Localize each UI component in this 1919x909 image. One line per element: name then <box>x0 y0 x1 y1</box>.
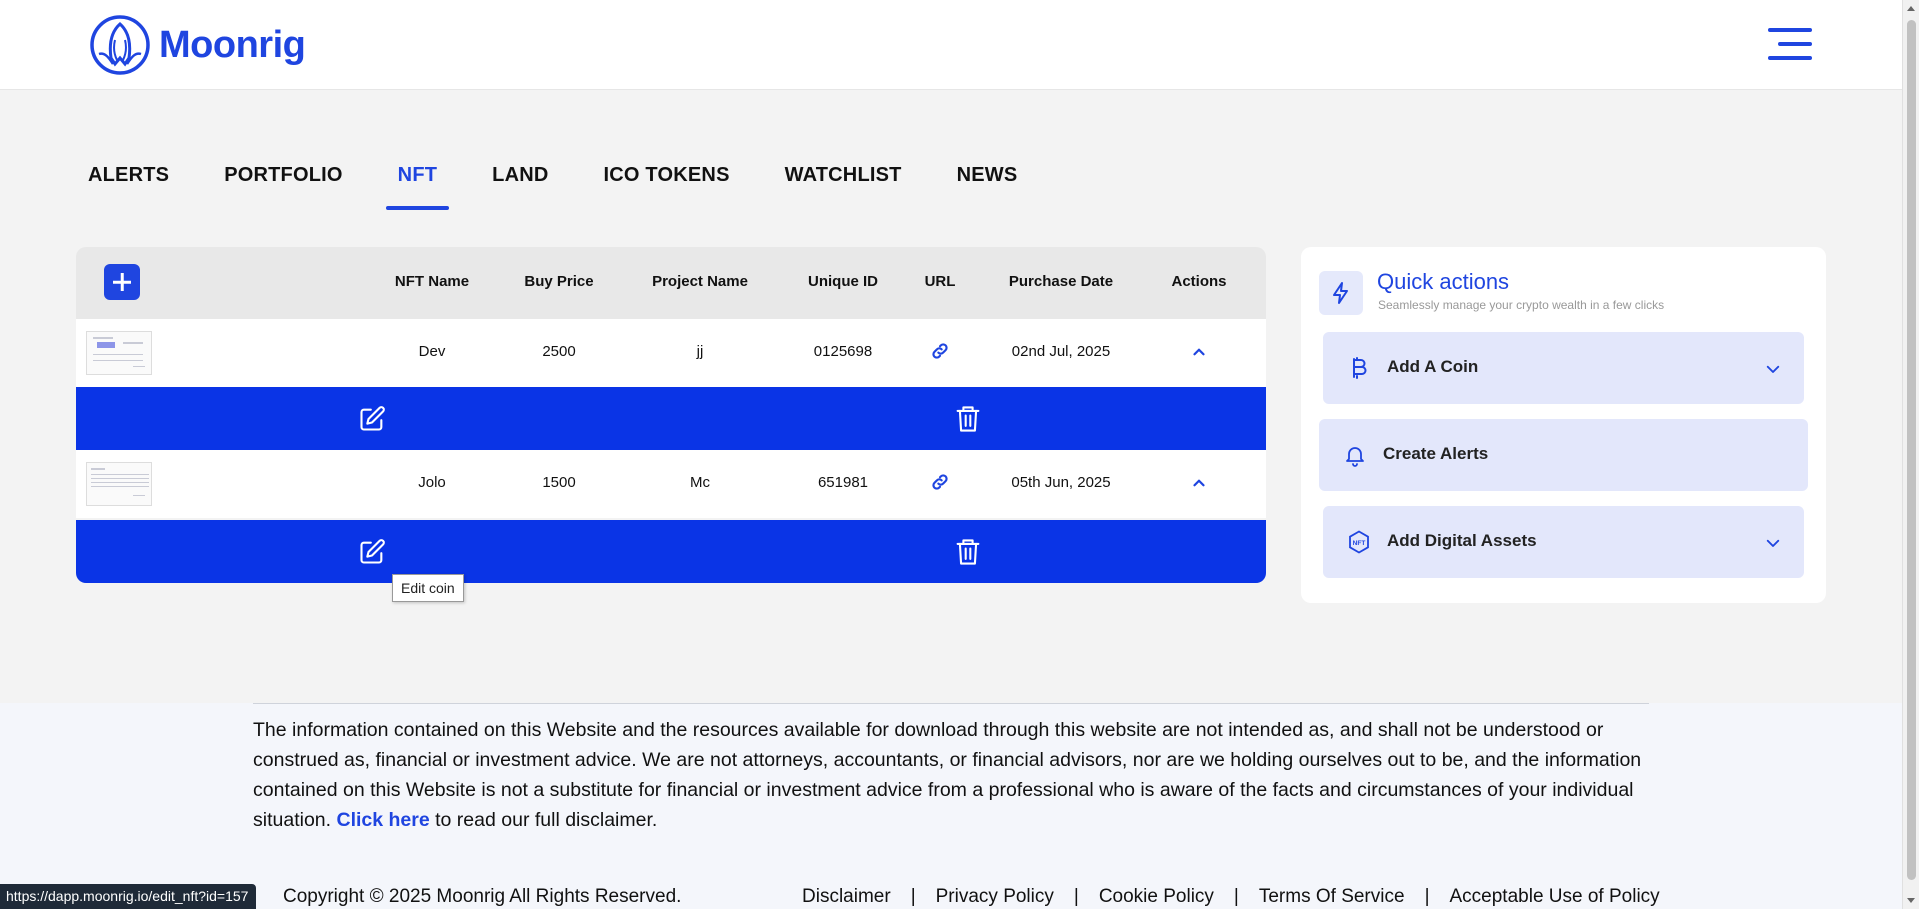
page-footer: The information contained on this Websit… <box>0 703 1902 909</box>
chevron-up-icon[interactable] <box>1190 474 1208 492</box>
purchase-date-cell: 02nd Jul, 2025 <box>1011 343 1111 360</box>
row-actions-bar <box>76 520 1266 583</box>
nft-thumbnail <box>86 462 152 506</box>
column-header-url: URL <box>924 273 956 290</box>
chevron-down-icon <box>1766 539 1780 547</box>
footer-link-terms-of-service[interactable]: Terms Of Service <box>1259 886 1405 908</box>
tab-alerts[interactable]: ALERTS <box>88 160 169 210</box>
footer-link-disclaimer[interactable]: Disclaimer <box>802 886 891 908</box>
column-header-buy-price: Buy Price <box>524 273 594 290</box>
bitcoin-icon <box>1353 357 1367 379</box>
brand-name: Moonrig <box>159 23 306 66</box>
purchase-date-cell: 05th Jun, 2025 <box>1011 474 1111 491</box>
bell-icon <box>1346 447 1364 467</box>
footer-link-privacy-policy[interactable]: Privacy Policy <box>936 886 1054 908</box>
column-header-nft-name: NFT Name <box>394 273 470 290</box>
footer-separator: | <box>1424 886 1430 907</box>
chevron-up-icon[interactable] <box>1190 343 1208 361</box>
table-row: Jolo 1500 Mc 651981 05th Jun, 2025 <box>76 450 1266 518</box>
tab-watchlist[interactable]: WATCHLIST <box>785 160 902 210</box>
trash-icon[interactable] <box>954 404 982 434</box>
quick-actions-title: Quick actions <box>1377 269 1510 294</box>
add-a-coin-item[interactable]: Add A Coin <box>1323 332 1804 404</box>
quick-actions-panel: Quick actions Seamlessly manage your cry… <box>1301 247 1826 603</box>
unique-id-cell: 0125698 <box>813 343 873 360</box>
page-scrollbar[interactable] <box>1902 0 1919 909</box>
copyright-text: Copyright © 2025 Moonrig All Rights Rese… <box>283 886 682 907</box>
quick-actions-icon-box <box>1319 271 1363 315</box>
add-digital-assets-label: Add Digital Assets <box>1387 531 1537 550</box>
chevron-down-icon <box>1766 365 1780 373</box>
unique-id-cell: 651981 <box>817 474 869 491</box>
table-row: Dev 2500 jj 0125698 02nd Jul, 2025 <box>76 319 1266 387</box>
browser-status-url: https://dapp.moonrig.io/edit_nft?id=157 <box>0 884 257 909</box>
nft-name-cell: Dev <box>418 343 446 360</box>
link-icon[interactable] <box>930 341 950 361</box>
scroll-thumb[interactable] <box>1907 20 1916 880</box>
column-header-project-name: Project Name <box>652 273 748 290</box>
edit-icon[interactable] <box>358 537 386 567</box>
edit-tooltip: Edit coin <box>392 574 464 602</box>
tab-news[interactable]: NEWS <box>957 160 1018 210</box>
create-alerts-label: Create Alerts <box>1383 444 1489 463</box>
create-alerts-item[interactable]: Create Alerts <box>1319 419 1808 491</box>
section-tabs: ALERTS PORTFOLIO NFT LAND ICO TOKENS WAT… <box>88 160 1017 210</box>
buy-price-cell: 2500 <box>542 343 576 360</box>
column-header-unique-id: Unique ID <box>808 273 878 290</box>
footer-separator: | <box>1073 886 1079 907</box>
table-header: NFT Name Buy Price Project Name Unique I… <box>76 247 1266 319</box>
add-nft-button[interactable] <box>104 264 140 300</box>
nft-name-cell: Jolo <box>418 474 446 491</box>
edit-icon[interactable] <box>358 404 386 434</box>
row-actions-bar <box>76 387 1266 450</box>
buy-price-cell: 1500 <box>542 474 576 491</box>
column-header-purchase-date: Purchase Date <box>1008 273 1114 290</box>
tab-ico-tokens[interactable]: ICO TOKENS <box>604 160 730 210</box>
footer-links: Disclaimer | Privacy Policy | Cookie Pol… <box>802 886 1660 908</box>
brand-logo[interactable]: Moonrig <box>89 14 306 76</box>
project-name-cell: Mc <box>690 474 710 491</box>
disclaimer-tail: to read our full disclaimer. <box>435 809 658 831</box>
disclaimer-link[interactable]: Click here <box>336 809 429 831</box>
scroll-up-arrow-icon[interactable] <box>1907 6 1915 11</box>
moonrig-logo-icon <box>90 15 150 75</box>
nft-icon: NFT <box>1349 530 1369 554</box>
footer-link-cookie-policy[interactable]: Cookie Policy <box>1099 886 1214 908</box>
project-name-cell: jj <box>696 343 704 360</box>
scroll-down-arrow-icon[interactable] <box>1907 898 1915 903</box>
footer-divider <box>253 703 1649 704</box>
footer-link-acceptable-use[interactable]: Acceptable Use of Policy <box>1450 886 1660 908</box>
footer-separator: | <box>1233 886 1239 907</box>
add-digital-assets-item[interactable]: NFT Add Digital Assets <box>1323 506 1804 578</box>
svg-text:NFT: NFT <box>1353 540 1366 547</box>
link-icon[interactable] <box>930 472 950 492</box>
tab-land[interactable]: LAND <box>492 160 548 210</box>
tab-portfolio[interactable]: PORTFOLIO <box>224 160 342 210</box>
quick-actions-subtitle: Seamlessly manage your crypto wealth in … <box>1378 298 1665 312</box>
nft-table: NFT Name Buy Price Project Name Unique I… <box>76 247 1266 583</box>
hamburger-menu-icon[interactable] <box>1768 28 1812 60</box>
footer-separator: | <box>910 886 916 907</box>
add-a-coin-label: Add A Coin <box>1387 357 1479 376</box>
column-header-actions: Actions <box>1171 273 1227 290</box>
tab-nft[interactable]: NFT <box>385 160 450 210</box>
nft-thumbnail <box>86 331 152 375</box>
lightning-icon <box>1333 282 1348 304</box>
disclaimer-text: The information contained on this Websit… <box>253 715 1649 835</box>
trash-icon[interactable] <box>954 537 982 567</box>
top-header: Moonrig <box>0 0 1902 90</box>
